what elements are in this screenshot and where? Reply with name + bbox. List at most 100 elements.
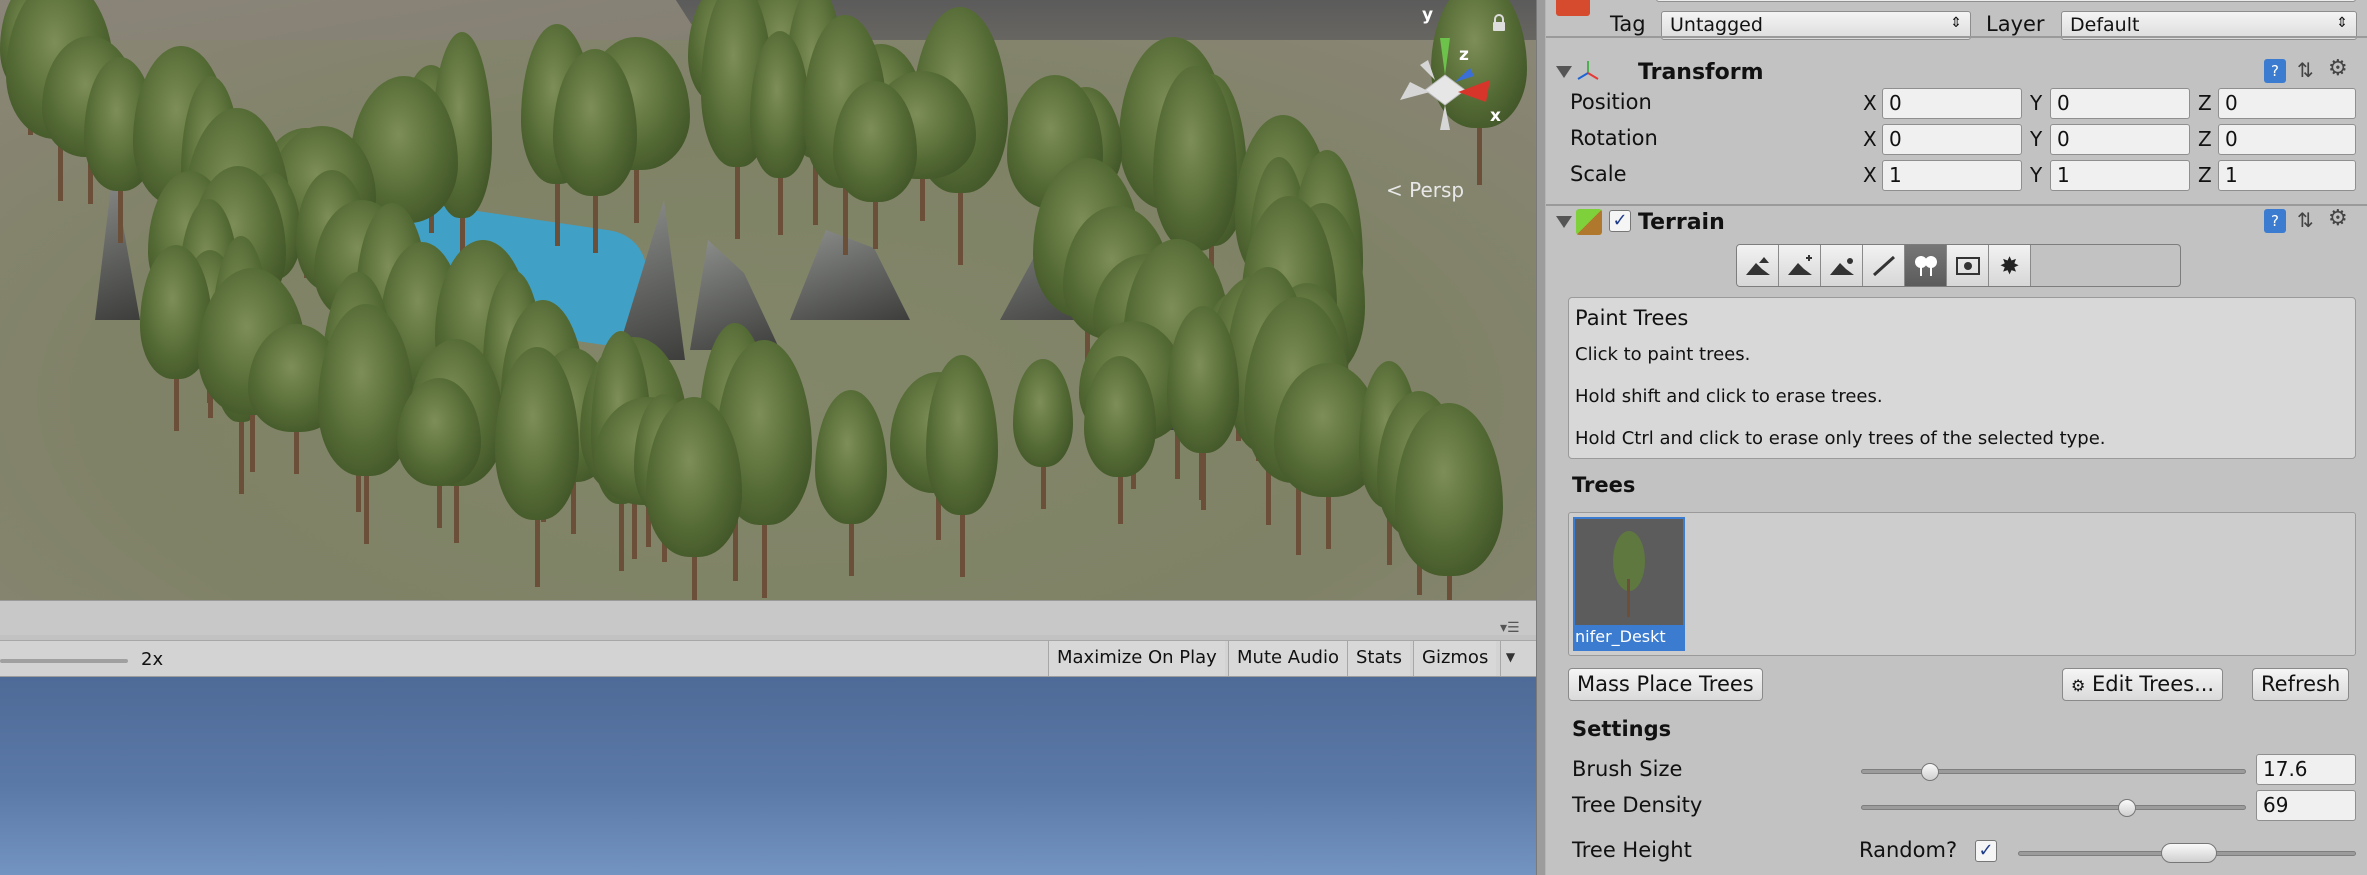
tree-density-label: Tree Density <box>1572 793 1703 817</box>
gameobject-name-field[interactable] <box>1656 0 2356 2</box>
panel-splitter[interactable] <box>1536 0 1546 875</box>
help-icon[interactable]: ? <box>2264 209 2286 233</box>
gear-icon[interactable]: ⚙ <box>2328 56 2348 81</box>
paint-height-icon <box>1787 254 1812 275</box>
terrain-title: Terrain <box>1638 210 1725 235</box>
help-line: Hold Ctrl and click to erase only trees … <box>1575 428 2106 449</box>
terrain-component-icon <box>1576 209 1602 235</box>
panel-menu-icon[interactable]: ▾☰ <box>1500 620 1520 636</box>
lock-icon[interactable] <box>1490 14 1508 32</box>
gizmos-button[interactable]: Gizmos <box>1413 641 1497 676</box>
terrain-settings-icon: ✸ <box>1999 251 2020 280</box>
tree <box>646 397 742 600</box>
tree <box>495 347 580 588</box>
axis-z-label: Z <box>2198 91 2212 115</box>
position-y-field[interactable]: 0 <box>2050 88 2190 119</box>
axis-x-label: X <box>1863 163 1877 187</box>
axis-z-label: Z <box>2198 163 2212 187</box>
refresh-button[interactable]: Refresh <box>2252 668 2350 701</box>
random-label: Random? <box>1859 838 1958 862</box>
tree <box>833 81 917 249</box>
brush-size-slider[interactable] <box>1861 769 2246 774</box>
transform-foldout-icon[interactable] <box>1556 66 1572 78</box>
paint-details-icon <box>1955 256 1980 275</box>
tree-density-field[interactable]: 69 <box>2256 790 2356 821</box>
tree <box>1166 306 1239 511</box>
tree-density-slider-thumb[interactable] <box>2117 799 2136 817</box>
edit-trees-label: Edit Trees... <box>2092 672 2215 696</box>
gizmo-y-label: y <box>1422 5 1434 25</box>
gizmos-dropdown-arrow[interactable]: ▼ <box>1500 641 1520 676</box>
gear-icon[interactable]: ⚙ <box>2328 206 2348 231</box>
mute-audio-button[interactable]: Mute Audio <box>1228 641 1347 676</box>
terrain-enabled-checkbox[interactable]: ✓ <box>1609 210 1631 232</box>
position-z-field[interactable]: 0 <box>2218 88 2356 119</box>
rotation-x-field[interactable]: 0 <box>1882 124 2022 155</box>
tree <box>925 355 998 578</box>
preset-icon[interactable]: ⇅ <box>2297 58 2314 82</box>
help-line: Hold shift and click to erase trees. <box>1575 386 1883 407</box>
tree-prototype-item[interactable]: nifer_Deskt <box>1573 517 1685 651</box>
layer-value: Default <box>2070 14 2140 36</box>
mass-place-trees-button[interactable]: Mass Place Trees <box>1568 668 1763 701</box>
random-height-checkbox[interactable]: ✓ <box>1975 840 1997 862</box>
projection-toggle[interactable]: < Persp <box>1386 178 1464 202</box>
tree-thumbnail <box>1575 519 1683 625</box>
tree <box>749 31 810 236</box>
tree-item-label: nifer_Deskt <box>1573 625 1685 649</box>
scale-z-field[interactable]: 1 <box>2218 160 2356 191</box>
scale-slider[interactable] <box>0 659 128 663</box>
help-icon[interactable]: ? <box>2264 59 2286 83</box>
game-view[interactable] <box>0 677 1536 875</box>
scale-y-field[interactable]: 1 <box>2050 160 2190 191</box>
help-line: Click to paint trees. <box>1575 344 1751 365</box>
updown-icon: ⇕ <box>2336 15 2348 31</box>
tree-prototype-list: nifer_Deskt <box>1568 512 2356 656</box>
transform-axes-icon <box>1577 61 1599 80</box>
divider <box>1546 204 2367 206</box>
scale-x-field[interactable]: 1 <box>1882 160 2022 191</box>
preset-icon[interactable]: ⇅ <box>2297 208 2314 232</box>
raise-lower-tool-button[interactable] <box>1737 245 1779 286</box>
smooth-height-tool-button[interactable] <box>1821 245 1863 286</box>
axis-y-label: Y <box>2030 127 2043 151</box>
axis-y-label: Y <box>2030 91 2043 115</box>
axis-y-label: Y <box>2030 163 2043 187</box>
rotation-y-field[interactable]: 0 <box>2050 124 2190 155</box>
position-x-field[interactable]: 0 <box>1882 88 2022 119</box>
edit-trees-button[interactable]: ⚙ Edit Trees... <box>2062 668 2224 701</box>
paint-trees-help-box: Paint Trees Click to paint trees. Hold s… <box>1568 297 2356 459</box>
scale-label: Scale <box>1570 162 1627 186</box>
rotation-z-field[interactable]: 0 <box>2218 124 2356 155</box>
axis-z-label: Z <box>2198 127 2212 151</box>
paint-height-tool-button[interactable] <box>1779 245 1821 286</box>
smooth-height-icon <box>1829 257 1854 275</box>
trees-heading: Trees <box>1572 473 1636 497</box>
tree <box>553 49 638 254</box>
brush-size-label: Brush Size <box>1572 757 1683 781</box>
game-view-toolbar: 2x Maximize On Play Mute Audio Stats Giz… <box>0 640 1536 677</box>
maximize-on-play-button[interactable]: Maximize On Play <box>1048 641 1225 676</box>
scene-view[interactable] <box>0 0 1536 600</box>
paint-texture-tool-button[interactable] <box>1863 245 1905 286</box>
gizmo-x-label: x <box>1490 106 1501 126</box>
brush-size-slider-thumb[interactable] <box>1921 763 1940 781</box>
tree <box>1395 403 1503 600</box>
tree-height-range-thumb[interactable] <box>2161 843 2217 863</box>
scale-value: 2x <box>141 649 164 670</box>
place-trees-tool-button[interactable] <box>1905 245 1947 286</box>
rotation-label: Rotation <box>1570 126 1658 150</box>
tree-density-slider[interactable] <box>1861 805 2246 810</box>
tree <box>396 378 481 529</box>
updown-icon: ⇕ <box>1950 15 1962 31</box>
settings-heading: Settings <box>1572 717 1672 741</box>
gameobject-icon <box>1556 0 1590 16</box>
inspector-panel: Tag Untagged ⇕ Layer Default ⇕ Transform… <box>1546 0 2367 875</box>
stats-button[interactable]: Stats <box>1347 641 1410 676</box>
brush-size-field[interactable]: 17.6 <box>2256 754 2356 785</box>
gear-icon: ⚙ <box>2071 676 2086 695</box>
tree <box>815 390 888 577</box>
terrain-settings-tool-button[interactable]: ✸ <box>1989 245 2031 286</box>
paint-details-tool-button[interactable] <box>1947 245 1989 286</box>
terrain-foldout-icon[interactable] <box>1556 216 1572 228</box>
